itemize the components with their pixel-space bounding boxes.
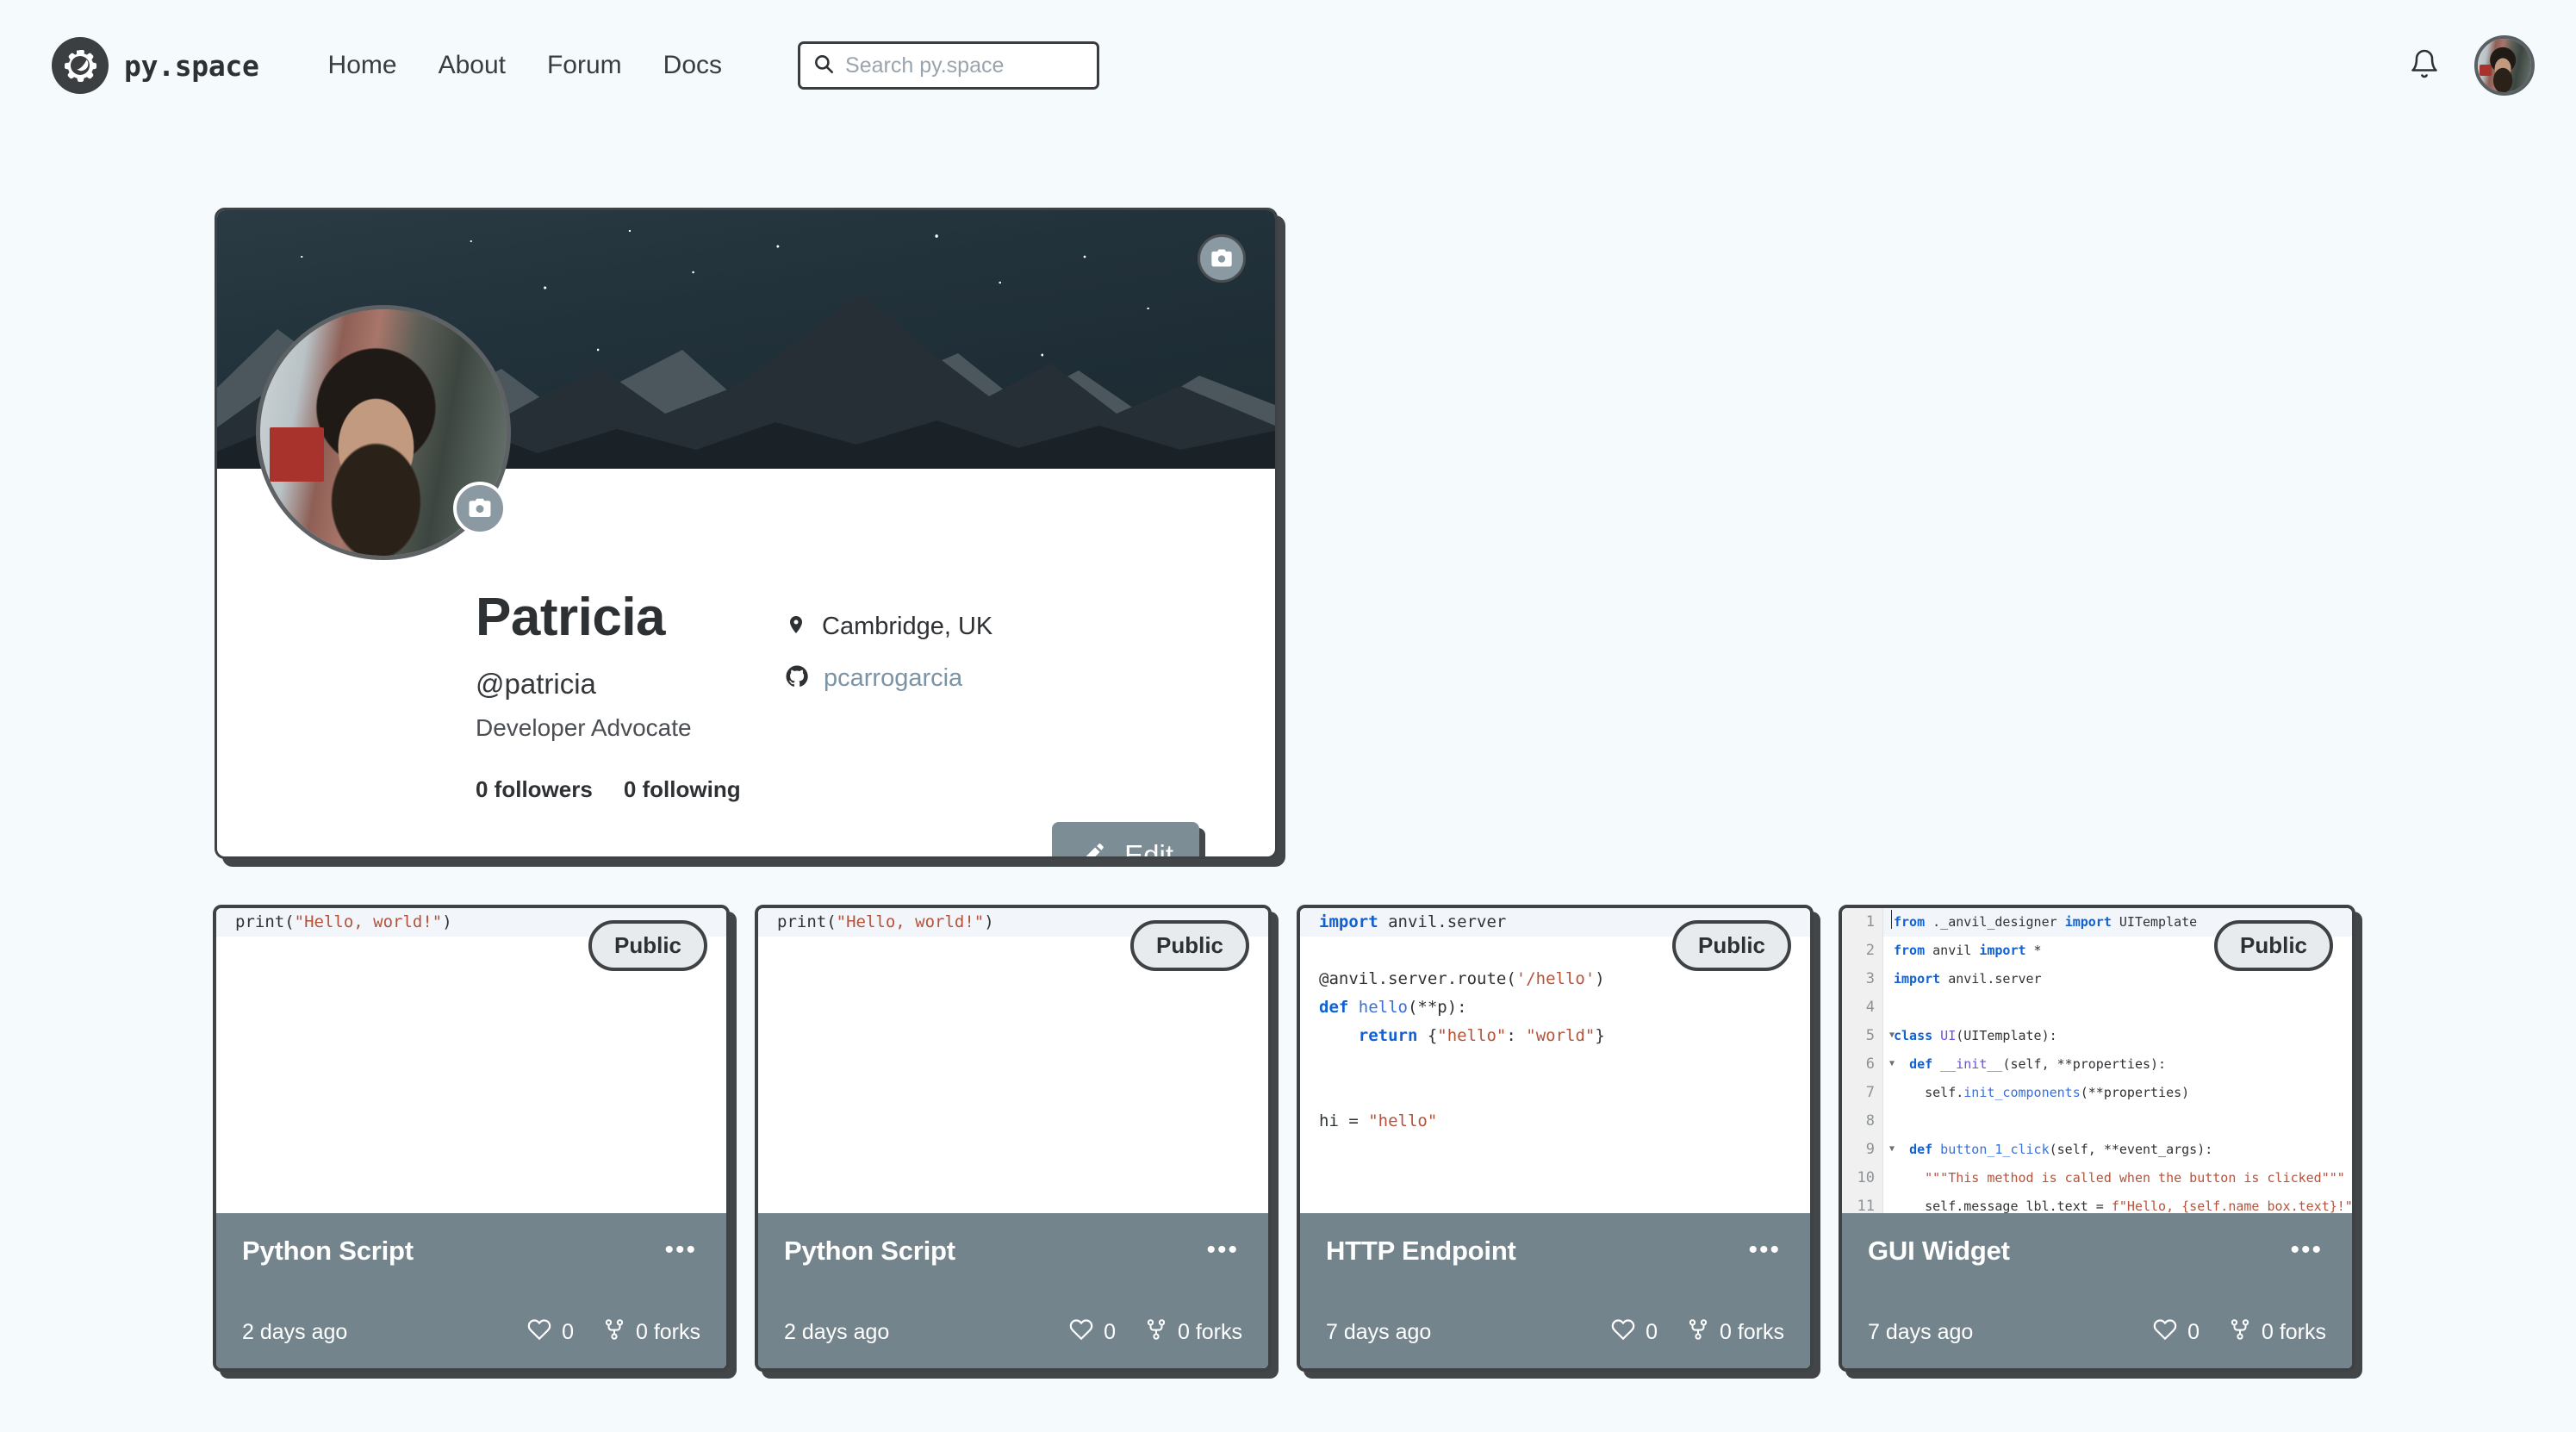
- map-pin-icon: [786, 612, 806, 642]
- heart-icon: [2153, 1317, 2177, 1348]
- page-title: Patricia: [476, 588, 666, 647]
- visibility-badge[interactable]: Public: [1671, 920, 1791, 971]
- profile-card: Edit Patricia @patricia Developer Advoca…: [215, 208, 1278, 860]
- like-count: 0: [2187, 1320, 2200, 1344]
- nav-home[interactable]: Home: [308, 46, 418, 85]
- fork-count: 0 forks: [1719, 1320, 1784, 1344]
- brand-logo[interactable]: py.space: [52, 37, 259, 94]
- fork-stat[interactable]: 0 forks: [1687, 1317, 1784, 1348]
- nav-forum[interactable]: Forum: [526, 46, 643, 85]
- app-menu-button[interactable]: •••: [2287, 1236, 2326, 1265]
- app-card[interactable]: import anvil.server @anvil.server.route(…: [1297, 905, 1814, 1372]
- edit-profile-button[interactable]: Edit: [1052, 822, 1199, 860]
- github-icon: [786, 665, 808, 692]
- visibility-badge[interactable]: Public: [588, 920, 707, 971]
- pencil-icon: [1078, 840, 1107, 857]
- app-title: Python Script: [242, 1236, 414, 1266]
- github-link[interactable]: pcarrogarcia: [824, 664, 962, 693]
- code-preview: print("Hello, world!") Public: [758, 908, 1268, 1213]
- app-menu-button[interactable]: •••: [661, 1236, 700, 1265]
- topbar-actions: [2409, 0, 2535, 131]
- space-helmet-logo-icon: [52, 37, 109, 94]
- edit-profile-label: Edit: [1124, 839, 1173, 860]
- search-box[interactable]: [798, 41, 1100, 90]
- apps-grid: print("Hello, world!") Public Python Scr…: [213, 905, 2355, 1372]
- app-menu-button[interactable]: •••: [1203, 1236, 1242, 1265]
- app-age: 2 days ago: [242, 1320, 348, 1344]
- avatar-camera-icon[interactable]: [453, 482, 507, 535]
- avatar[interactable]: [2474, 35, 2535, 96]
- app-card-footer: GUI Widget ••• 7 days ago 0 0 forks: [1842, 1213, 2352, 1368]
- app-age: 2 days ago: [784, 1320, 890, 1344]
- fork-count: 0 forks: [1177, 1320, 1242, 1344]
- like-count: 0: [1104, 1320, 1116, 1344]
- profile-identity: Patricia @patricia Developer Advocate 0 …: [269, 589, 760, 803]
- profile-handle: @patricia: [476, 668, 596, 700]
- heart-icon: [527, 1317, 551, 1348]
- location-row: Cambridge, UK: [786, 612, 992, 642]
- like-stat[interactable]: 0: [1611, 1317, 1658, 1348]
- like-stat[interactable]: 0: [527, 1317, 574, 1348]
- main-nav: Home About Forum Docs: [308, 46, 743, 85]
- fork-count: 0 forks: [635, 1320, 700, 1344]
- code-preview: print("Hello, world!") Public: [216, 908, 726, 1213]
- following-count[interactable]: 0 following: [624, 776, 741, 803]
- avatar-photo: [2478, 39, 2531, 92]
- app-card-footer: Python Script ••• 2 days ago 0 0 forks: [216, 1213, 726, 1368]
- fork-stat[interactable]: 0 forks: [603, 1317, 700, 1348]
- like-count: 0: [1646, 1320, 1658, 1344]
- profile-meta: Cambridge, UK pcarrogarcia: [760, 589, 992, 803]
- heart-icon: [1069, 1317, 1093, 1348]
- code-preview: 1 2 3 4 5 6 7 8 9 10 11 12 from ._anvil_…: [1842, 908, 2352, 1213]
- heart-icon: [1611, 1317, 1635, 1348]
- like-count: 0: [562, 1320, 574, 1344]
- app-card-footer: Python Script ••• 2 days ago 0 0 forks: [758, 1213, 1268, 1368]
- app-title: HTTP Endpoint: [1326, 1236, 1516, 1266]
- profile-counts: 0 followers 0 following: [476, 776, 760, 803]
- like-stat[interactable]: 0: [1069, 1317, 1116, 1348]
- app-card[interactable]: print("Hello, world!") Public Python Scr…: [213, 905, 730, 1372]
- visibility-badge[interactable]: Public: [2213, 920, 2333, 971]
- app-card[interactable]: 1 2 3 4 5 6 7 8 9 10 11 12 from ._anvil_…: [1839, 905, 2355, 1372]
- app-age: 7 days ago: [1326, 1320, 1432, 1344]
- fork-icon: [1145, 1317, 1167, 1348]
- app-card-footer: HTTP Endpoint ••• 7 days ago 0 0 forks: [1300, 1213, 1810, 1368]
- code-preview: import anvil.server @anvil.server.route(…: [1300, 908, 1810, 1213]
- fork-stat[interactable]: 0 forks: [1145, 1317, 1242, 1348]
- profile-role: Developer Advocate: [476, 714, 692, 742]
- nav-docs[interactable]: Docs: [643, 46, 743, 85]
- visibility-badge[interactable]: Public: [1129, 920, 1249, 971]
- app-age: 7 days ago: [1868, 1320, 1974, 1344]
- github-row: pcarrogarcia: [786, 664, 992, 693]
- search-input[interactable]: [845, 53, 1086, 78]
- brand-name: py.space: [124, 48, 259, 83]
- app-card[interactable]: print("Hello, world!") Public Python Scr…: [755, 905, 1272, 1372]
- bell-icon[interactable]: [2409, 48, 2440, 84]
- location-text: Cambridge, UK: [822, 613, 993, 640]
- fork-icon: [2229, 1317, 2251, 1348]
- cover-camera-icon[interactable]: [1198, 234, 1246, 283]
- like-stat[interactable]: 0: [2153, 1317, 2200, 1348]
- nav-about[interactable]: About: [418, 46, 526, 85]
- app-title: Python Script: [784, 1236, 955, 1266]
- top-navigation-bar: py.space Home About Forum Docs: [0, 0, 2576, 131]
- search-icon: [812, 53, 835, 79]
- app-title: GUI Widget: [1868, 1236, 2010, 1266]
- fork-stat[interactable]: 0 forks: [2229, 1317, 2326, 1348]
- fork-icon: [1687, 1317, 1709, 1348]
- fork-count: 0 forks: [2261, 1320, 2326, 1344]
- followers-count[interactable]: 0 followers: [476, 776, 593, 803]
- app-menu-button[interactable]: •••: [1745, 1236, 1784, 1265]
- fork-icon: [603, 1317, 625, 1348]
